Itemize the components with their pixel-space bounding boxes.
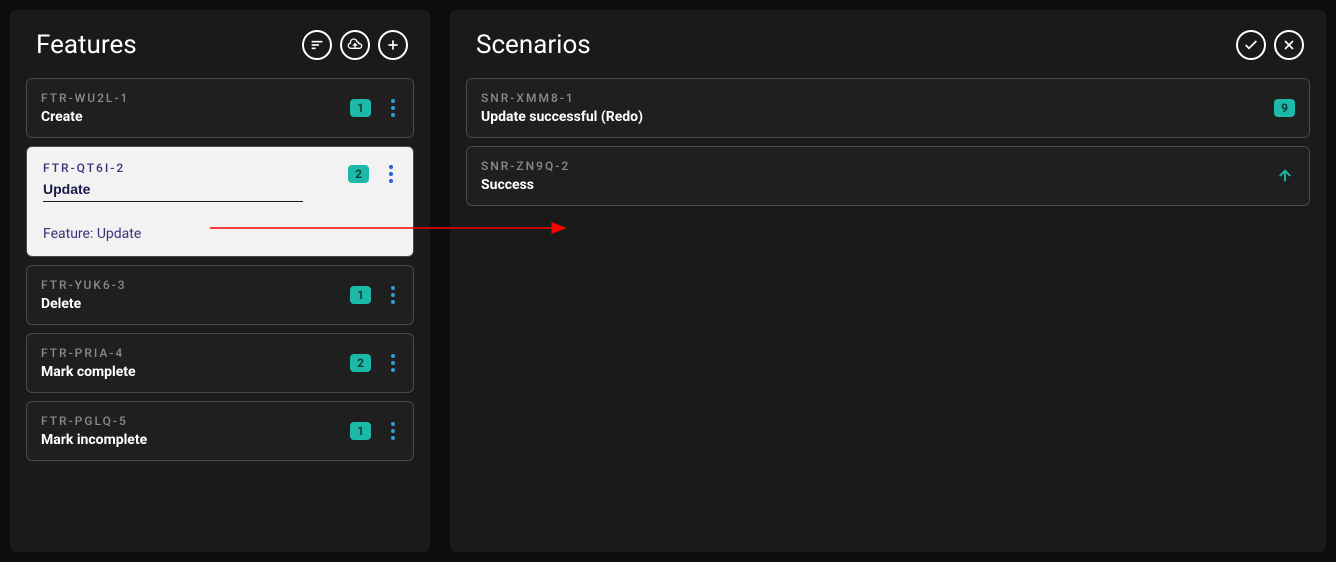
feature-title-input[interactable]: [43, 179, 338, 199]
close-icon: [1281, 37, 1297, 53]
feature-meta: 1: [350, 418, 399, 444]
feature-info: FTR-PGLQ-5 Mark incomplete: [41, 414, 340, 448]
feature-meta: 1: [350, 95, 399, 121]
features-title: Features: [36, 30, 137, 60]
feature-info: FTR-QT6I-2: [43, 161, 338, 202]
features-header: Features: [20, 30, 420, 74]
input-underline: [43, 201, 303, 202]
scenarios-title: Scenarios: [476, 30, 591, 60]
confirm-button[interactable]: [1236, 30, 1266, 60]
scenario-card[interactable]: SNR-XMM8-1 Update successful (Redo) 9: [466, 78, 1310, 138]
feature-meta: 1: [350, 282, 399, 308]
feature-label-text: Feature: Update: [43, 226, 397, 242]
scenario-title: Update successful (Redo): [481, 109, 643, 125]
feature-menu-button[interactable]: [387, 418, 399, 444]
feature-title: Mark incomplete: [41, 432, 340, 448]
feature-meta: 2: [350, 350, 399, 376]
feature-count-badge: 1: [350, 422, 371, 440]
feature-id: FTR-YUK6-3: [41, 278, 340, 292]
sort-icon: [309, 37, 325, 53]
scenario-card[interactable]: SNR-ZN9Q-2 Success: [466, 146, 1310, 206]
feature-card[interactable]: FTR-YUK6-3 Delete 1: [26, 265, 414, 325]
scenario-count-badge: 9: [1274, 99, 1295, 117]
feature-menu-button[interactable]: [385, 161, 397, 187]
feature-card[interactable]: FTR-WU2L-1 Create 1: [26, 78, 414, 138]
scenario-id: SNR-ZN9Q-2: [481, 159, 570, 173]
add-feature-button[interactable]: [378, 30, 408, 60]
feature-menu-button[interactable]: [387, 282, 399, 308]
sort-button[interactable]: [302, 30, 332, 60]
features-panel: Features: [10, 10, 430, 552]
scenario-title: Success: [481, 177, 570, 193]
feature-info: FTR-PRIA-4 Mark complete: [41, 346, 340, 380]
features-actions: [302, 30, 408, 60]
feature-menu-button[interactable]: [387, 350, 399, 376]
scenarios-panel: Scenarios SNR-XMM8-1 Update: [450, 10, 1326, 552]
feature-count-badge: 2: [350, 354, 371, 372]
feature-title: Create: [41, 109, 340, 125]
scenario-info: SNR-XMM8-1 Update successful (Redo): [481, 91, 643, 125]
arrow-up-icon: [1276, 167, 1294, 185]
feature-title: Delete: [41, 296, 340, 312]
feature-id: FTR-PGLQ-5: [41, 414, 340, 428]
feature-card-selected[interactable]: FTR-QT6I-2 2 Feature: Update: [26, 146, 414, 257]
scenario-info: SNR-ZN9Q-2 Success: [481, 159, 570, 193]
check-icon: [1243, 37, 1259, 53]
feature-menu-button[interactable]: [387, 95, 399, 121]
feature-info: FTR-YUK6-3 Delete: [41, 278, 340, 312]
plus-icon: [385, 37, 401, 53]
feature-count-badge: 1: [350, 286, 371, 304]
cloud-upload-icon: [347, 37, 363, 53]
scenario-id: SNR-XMM8-1: [481, 91, 643, 105]
cancel-button[interactable]: [1274, 30, 1304, 60]
feature-title: Mark complete: [41, 364, 340, 380]
feature-card[interactable]: FTR-PRIA-4 Mark complete 2: [26, 333, 414, 393]
upload-button[interactable]: [340, 30, 370, 60]
move-up-button[interactable]: [1275, 166, 1295, 186]
feature-count-badge: 2: [348, 165, 369, 183]
feature-meta: 2: [348, 161, 397, 187]
feature-info: FTR-WU2L-1 Create: [41, 91, 340, 125]
scenarios-header: Scenarios: [460, 30, 1316, 74]
scenarios-actions: [1236, 30, 1304, 60]
feature-id: FTR-WU2L-1: [41, 91, 340, 105]
feature-card[interactable]: FTR-PGLQ-5 Mark incomplete 1: [26, 401, 414, 461]
feature-id: FTR-PRIA-4: [41, 346, 340, 360]
feature-count-badge: 1: [350, 99, 371, 117]
feature-id: FTR-QT6I-2: [43, 161, 338, 175]
